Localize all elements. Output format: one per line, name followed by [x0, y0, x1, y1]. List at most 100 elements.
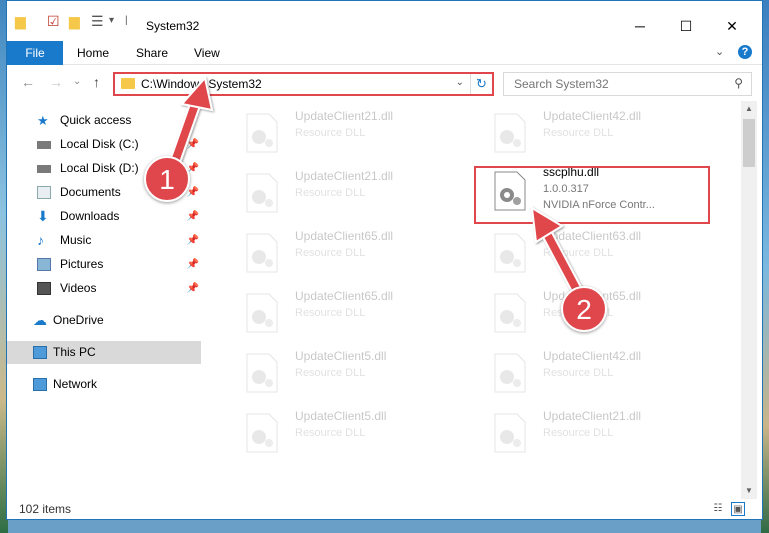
cloud-icon: ☁ — [33, 312, 47, 328]
back-button[interactable]: ← — [21, 74, 35, 90]
title-separator: | — [125, 15, 128, 26]
file-description: Resource DLL — [543, 427, 614, 439]
list-item[interactable]: UpdateClient65.dll Resource DLL — [223, 223, 463, 279]
status-bar: 102 items ☷ ▣ — [7, 499, 762, 519]
sidebar-item-this-pc[interactable]: This PC — [7, 341, 201, 364]
help-icon[interactable]: ? — [738, 45, 752, 59]
pin-icon: 📌 — [186, 139, 199, 150]
tab-file[interactable]: File — [7, 41, 63, 65]
close-button[interactable]: ✕ — [709, 11, 755, 41]
tab-view[interactable]: View — [194, 41, 220, 65]
file-name: UpdateClient65.dll — [295, 289, 394, 303]
dll-file-icon — [494, 413, 526, 453]
file-description: Resource DLL — [543, 367, 614, 379]
sidebar-item-videos[interactable]: Videos 📌 — [7, 277, 201, 300]
dll-file-icon — [494, 113, 526, 153]
list-item[interactable]: UpdateClient65.dll Resource DLL — [223, 283, 463, 339]
network-icon — [33, 378, 47, 391]
file-name: UpdateClient65.dll — [295, 229, 394, 243]
list-item[interactable]: UpdateClient5.dll Resource DLL — [223, 403, 463, 459]
drive-icon — [37, 165, 51, 173]
item-count: 102 items — [19, 502, 72, 516]
address-text: C:\Windows\System32 — [141, 77, 262, 91]
sidebar-item-downloads[interactable]: ⬇ Downloads 📌 — [7, 205, 201, 228]
file-name: UpdateClient21.dll — [295, 109, 394, 123]
expand-ribbon-icon[interactable]: ⌄ — [715, 45, 724, 58]
sidebar-item-music[interactable]: ♪ Music 📌 — [7, 229, 201, 252]
folder-icon: ▆ — [15, 13, 26, 29]
recent-locations-button[interactable]: ⌄ — [73, 74, 81, 90]
pin-icon: 📌 — [186, 259, 199, 270]
sidebar-item-quick-access[interactable]: ★ Quick access — [7, 109, 201, 132]
vertical-scrollbar[interactable]: ▲ ▼ — [741, 101, 757, 499]
large-icons-view-icon[interactable]: ▣ — [731, 502, 745, 516]
list-item[interactable]: UpdateClient5.dll Resource DLL — [223, 343, 463, 399]
explorer-window: ▆ ☑ ▆ ☰ ▾ | System32 ─ ☐ ✕ File Home Sha… — [6, 0, 763, 520]
list-item[interactable]: UpdateClient42.dll Resource DLL — [471, 343, 711, 399]
tab-home[interactable]: Home — [77, 41, 109, 65]
sidebar-item-label: Videos — [60, 281, 97, 295]
list-item[interactable]: UpdateClient21.dll Resource DLL — [223, 163, 463, 219]
chevron-down-icon[interactable]: ⌄ — [456, 77, 464, 88]
dll-file-icon — [246, 233, 278, 273]
sidebar-item-label: Quick access — [60, 113, 132, 127]
list-item[interactable]: UpdateClient42.dll Resource DLL — [471, 103, 711, 159]
file-description: Resource DLL — [295, 367, 366, 379]
sidebar-item-label: Music — [60, 233, 92, 247]
annotation-highlight-box — [474, 166, 710, 224]
dll-file-icon — [494, 353, 526, 393]
download-icon: ⬇ — [37, 208, 49, 224]
search-box: ⚲ — [503, 72, 752, 96]
sidebar-item-label: Pictures — [60, 257, 104, 271]
documents-icon — [37, 186, 51, 199]
minimize-button[interactable]: ─ — [617, 11, 663, 41]
sidebar-item-label: Local Disk (D:) — [60, 161, 139, 175]
pin-icon: 📌 — [186, 283, 199, 294]
dll-file-icon — [246, 293, 278, 333]
ribbon-tabs: File Home Share View ⌄ ? — [7, 41, 762, 65]
computer-icon — [33, 346, 47, 359]
sidebar-item-network[interactable]: Network — [7, 373, 201, 396]
scroll-up-icon[interactable]: ▲ — [741, 101, 757, 117]
details-view-icon[interactable]: ☷ — [711, 502, 725, 516]
sidebar-item-label: Network — [53, 377, 98, 391]
file-name: UpdateClient21.dll — [543, 409, 642, 423]
address-bar[interactable]: C:\Windows\System32 ⌄ ↻ — [113, 72, 494, 96]
pin-icon: 📌 — [186, 211, 199, 222]
sidebar-item-pictures[interactable]: Pictures 📌 — [7, 253, 201, 276]
list-item[interactable]: UpdateClient21.dll Resource DLL — [223, 103, 463, 159]
sidebar-item-local-disk-c[interactable]: Local Disk (C:) 📌 — [7, 133, 201, 156]
sidebar-item-onedrive[interactable]: ☁ OneDrive — [7, 309, 201, 332]
step-badge-1: 1 — [144, 156, 190, 202]
properties-icon[interactable]: ☑ — [47, 13, 60, 29]
list-item[interactable]: UpdateClient63.dll Resource DLL — [471, 223, 711, 279]
file-name: UpdateClient21.dll — [295, 169, 394, 183]
new-folder-icon[interactable]: ▆ — [69, 13, 80, 29]
search-input[interactable] — [504, 73, 724, 95]
tab-share[interactable]: Share — [136, 41, 168, 65]
file-description: Resource DLL — [543, 247, 614, 259]
scroll-down-icon[interactable]: ▼ — [741, 483, 757, 499]
step-badge-2: 2 — [561, 286, 607, 332]
title-bar: ▆ ☑ ▆ ☰ ▾ | System32 ─ ☐ ✕ — [7, 1, 762, 41]
dll-file-icon — [246, 413, 278, 453]
file-name: UpdateClient42.dll — [543, 109, 642, 123]
list-item[interactable]: UpdateClient21.dll Resource DLL — [471, 403, 711, 459]
scroll-thumb[interactable] — [743, 119, 755, 167]
videos-icon — [37, 282, 51, 295]
window-title: System32 — [146, 19, 200, 33]
maximize-button[interactable]: ☐ — [663, 11, 709, 41]
forward-button[interactable]: → — [49, 74, 63, 90]
file-list: UpdateClient21.dll Resource DLL UpdateCl… — [203, 101, 741, 486]
file-description: Resource DLL — [295, 307, 366, 319]
customize-toolbar-icon[interactable]: ▾ — [109, 13, 114, 29]
file-name: UpdateClient42.dll — [543, 349, 642, 363]
dll-file-icon — [246, 353, 278, 393]
up-button[interactable]: ↑ — [93, 74, 100, 90]
sidebar-item-label: This PC — [53, 345, 96, 359]
file-description: Resource DLL — [543, 127, 614, 139]
search-icon[interactable]: ⚲ — [734, 76, 743, 90]
refresh-button[interactable]: ↻ — [470, 74, 492, 94]
view-options-icon[interactable]: ☰ — [91, 13, 104, 29]
file-description: Resource DLL — [295, 187, 366, 199]
